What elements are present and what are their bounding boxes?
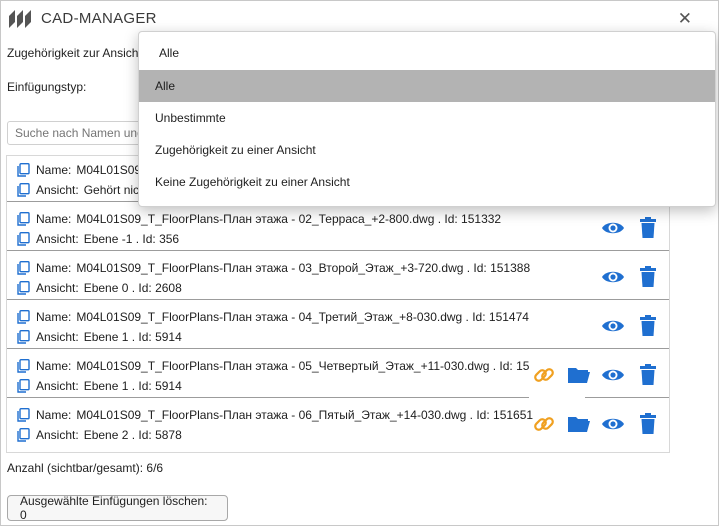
eye-icon[interactable] (601, 363, 625, 387)
view-label: Ansicht: (36, 428, 79, 442)
list-item[interactable]: Name: M04L01S09_T_FloorPlans-План этажа … (7, 303, 669, 349)
view-row: Ansicht: Ebene 2 . Id: 5878 (17, 426, 182, 444)
copy-icon[interactable] (17, 428, 30, 442)
view-row: Ansicht: Ebene -1 . Id: 356 (17, 230, 179, 248)
name-label: Name: (36, 359, 72, 373)
list-item[interactable]: Name: M04L01S09_T_FloorPlans-План этажа … (7, 205, 669, 251)
copy-icon[interactable] (17, 261, 30, 275)
name-label: Name: (36, 163, 72, 177)
eye-icon[interactable] (601, 412, 625, 436)
view-label: Ansicht: (36, 232, 79, 246)
eye-icon[interactable] (601, 265, 625, 289)
copy-icon[interactable] (17, 232, 30, 246)
link-icon[interactable] (532, 412, 556, 436)
search-input[interactable] (7, 121, 147, 145)
dropdown-selected-value[interactable]: Alle (159, 46, 179, 60)
count-label: Anzahl (sichtbar/gesamt): 6/6 (7, 461, 164, 475)
trash-icon[interactable] (636, 363, 660, 387)
view-label: Ansicht: (36, 379, 79, 393)
copy-icon[interactable] (17, 183, 30, 197)
name-row: Name: M04L01S09_ (17, 161, 148, 179)
list-item[interactable]: Name: M04L01S09_T_FloorPlans-План этажа … (7, 254, 669, 300)
name-row: Name: M04L01S09_T_FloorPlans-План этажа … (17, 357, 549, 375)
copy-icon[interactable] (17, 212, 30, 226)
view-label: Ansicht: (36, 330, 79, 344)
view-value: Ebene 2 . Id: 5878 (83, 428, 182, 442)
cad-manager-window: CAD-MANAGER ✕ Zugehörigkeit zur Ansicht:… (0, 0, 719, 526)
view-row: Ansicht: Ebene 1 . Id: 5914 (17, 377, 182, 395)
view-value: Ebene 0 . Id: 2608 (83, 281, 182, 295)
copy-icon[interactable] (17, 281, 30, 295)
trash-icon[interactable] (636, 314, 660, 338)
copy-icon[interactable] (17, 359, 30, 373)
copy-icon[interactable] (17, 379, 30, 393)
eye-icon[interactable] (601, 314, 625, 338)
name-label: Name: (36, 212, 72, 226)
folder-icon[interactable] (567, 412, 591, 436)
name-row: Name: M04L01S09_T_FloorPlans-План этажа … (17, 406, 533, 424)
insertion-type-label: Einfügungstyp: (7, 80, 87, 94)
dropdown-option-without-view[interactable]: Keine Zugehörigkeit zu einer Ansicht (139, 166, 715, 198)
list-item[interactable]: Name: M04L01S09_T_FloorPlans-План этажа … (7, 352, 669, 398)
close-icon[interactable]: ✕ (678, 9, 692, 29)
trash-icon[interactable] (636, 412, 660, 436)
name-value: M04L01S09_T_FloorPlans-План этажа - 06_П… (76, 408, 534, 422)
name-label: Name: (36, 261, 72, 275)
copy-icon[interactable] (17, 163, 30, 177)
folder-icon[interactable] (567, 363, 591, 387)
name-value: M04L01S09_T_FloorPlans-План этажа - 03_В… (76, 261, 531, 275)
name-row: Name: M04L01S09_T_FloorPlans-План этажа … (17, 259, 530, 277)
copy-icon[interactable] (17, 408, 30, 422)
name-value: M04L01S09_T_FloorPlans-План этажа - 02_Т… (76, 212, 502, 226)
name-label: Name: (36, 310, 72, 324)
app-logo-icon (9, 10, 31, 28)
dropdown-option-unbestimmte[interactable]: Unbestimmte (139, 102, 715, 134)
name-row: Name: M04L01S09_T_FloorPlans-План этажа … (17, 308, 529, 326)
name-value: M04L01S09_T_FloorPlans-План этажа - 04_Т… (76, 310, 529, 324)
eye-icon[interactable] (601, 216, 625, 240)
copy-icon[interactable] (17, 330, 30, 344)
view-label: Ansicht: (36, 281, 79, 295)
copy-icon[interactable] (17, 310, 30, 324)
view-assignment-dropdown[interactable]: Alle Alle Unbestimmte Zugehörigkeit zu e… (138, 31, 716, 207)
view-value: Ebene 1 . Id: 5914 (83, 330, 182, 344)
name-label: Name: (36, 408, 72, 422)
name-value: M04L01S09_T_FloorPlans-План этажа - 05_Ч… (76, 359, 550, 373)
list-item[interactable]: Name: M04L01S09_T_FloorPlans-План этажа … (7, 401, 669, 447)
link-icon[interactable] (532, 363, 556, 387)
dropdown-option-alle[interactable]: Alle (139, 70, 715, 102)
trash-icon[interactable] (636, 216, 660, 240)
view-label: Ansicht: (36, 183, 79, 197)
view-assignment-label: Zugehörigkeit zur Ansicht: (7, 46, 146, 60)
trash-icon[interactable] (636, 265, 660, 289)
app-title: CAD-MANAGER (41, 10, 157, 27)
view-row: Ansicht: Ebene 0 . Id: 2608 (17, 279, 182, 297)
delete-selected-button[interactable]: Ausgewählte Einfügungen löschen: 0 (7, 494, 228, 522)
view-row: Ansicht: Ebene 1 . Id: 5914 (17, 328, 182, 346)
view-value: Ebene 1 . Id: 5914 (83, 379, 182, 393)
dropdown-option-with-view[interactable]: Zugehörigkeit zu einer Ansicht (139, 134, 715, 166)
view-value: Ebene -1 . Id: 356 (83, 232, 180, 246)
name-row: Name: M04L01S09_T_FloorPlans-План этажа … (17, 210, 501, 228)
